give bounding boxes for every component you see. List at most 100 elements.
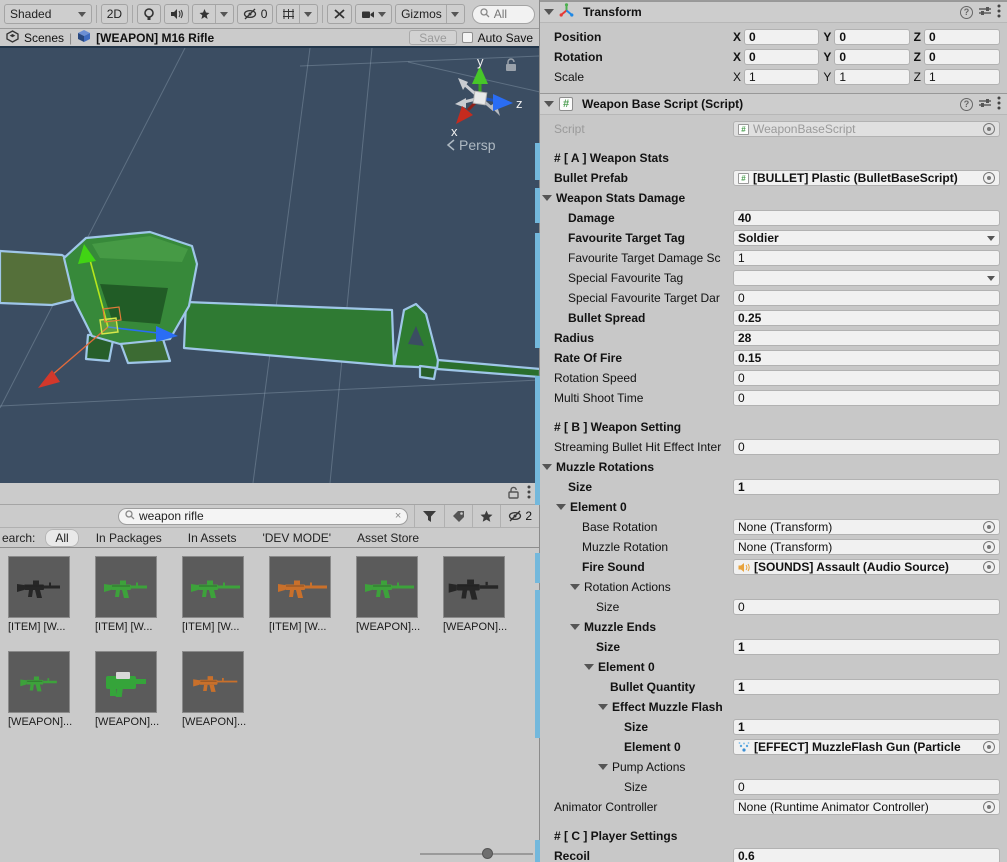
gizmo-x-arrow[interactable] xyxy=(38,370,60,388)
script-object-field[interactable]: #WeaponBaseScript xyxy=(733,121,1000,137)
foldout-arrow-icon[interactable] xyxy=(598,704,608,710)
object-picker-icon[interactable] xyxy=(983,741,995,753)
asset-thumbnail[interactable] xyxy=(443,556,505,618)
recoil-field[interactable]: 0.6 xyxy=(733,848,1000,862)
help-icon[interactable]: ? xyxy=(960,98,973,111)
property-label[interactable]: Rotation Actions xyxy=(584,580,671,594)
kebab-menu-icon[interactable] xyxy=(527,485,531,502)
orientation-z-cone[interactable] xyxy=(493,94,513,111)
property-label[interactable]: Muzzle Ends xyxy=(584,620,656,634)
property-label[interactable]: Position xyxy=(540,30,733,44)
asset-item[interactable]: [ITEM] [W... xyxy=(269,556,356,651)
scene-lighting-button[interactable] xyxy=(137,4,161,24)
search-by-type-icon[interactable] xyxy=(414,505,444,528)
thumbnail-size-slider[interactable] xyxy=(420,848,533,860)
rotation-speed-field[interactable]: 0 xyxy=(733,370,1000,386)
asset-thumbnail[interactable] xyxy=(182,556,244,618)
slider-knob[interactable] xyxy=(482,848,493,859)
save-button[interactable]: Save xyxy=(409,30,456,45)
shading-mode-dropdown[interactable]: Shaded xyxy=(4,4,92,24)
bullet-spread-field[interactable]: 0.25 xyxy=(733,310,1000,326)
asset-item[interactable]: [WEAPON]... xyxy=(356,556,443,651)
animator-controller-object-field[interactable]: None (Runtime Animator Controller) xyxy=(733,799,1000,815)
size-field[interactable]: 1 xyxy=(733,479,1000,495)
foldout-arrow-icon[interactable] xyxy=(544,101,554,107)
size-field[interactable]: 1 xyxy=(733,639,1000,655)
scope-tab-asset-store[interactable]: Asset Store xyxy=(348,530,428,546)
script-component-header[interactable]: # Weapon Base Script (Script) ? xyxy=(540,93,1007,115)
property-label[interactable]: Rotation xyxy=(540,50,733,64)
transform-component-header[interactable]: Transform ? xyxy=(540,1,1007,23)
asset-item[interactable]: [WEAPON]... xyxy=(8,651,95,746)
multi-shoot-time-field[interactable]: 0 xyxy=(733,390,1000,406)
gizmos-dropdown[interactable]: Gizmos xyxy=(395,4,465,24)
object-picker-icon[interactable] xyxy=(983,521,995,533)
presets-icon[interactable] xyxy=(978,5,992,20)
property-label[interactable]: Weapon Stats Damage xyxy=(556,191,685,205)
help-icon[interactable]: ? xyxy=(960,6,973,19)
property-label[interactable]: Element 0 xyxy=(570,500,627,514)
auto-save-checkbox[interactable] xyxy=(462,32,473,43)
fire-sound-object-field[interactable]: [SOUNDS] Assault (Audio Source) xyxy=(733,559,1000,575)
scale-y-field[interactable]: 1 xyxy=(834,69,909,85)
property-label[interactable]: Effect Muzzle Flash xyxy=(612,700,723,714)
asset-item[interactable]: [WEAPON]... xyxy=(95,651,182,746)
position-z-field[interactable]: 0 xyxy=(924,29,1000,45)
object-picker-icon[interactable] xyxy=(983,561,995,573)
object-picker-icon[interactable] xyxy=(983,123,995,135)
scale-z-field[interactable]: 1 xyxy=(924,69,1000,85)
favourite-target-tag-dropdown[interactable]: Soldier xyxy=(733,230,1000,246)
persp-label[interactable]: Persp xyxy=(459,137,496,153)
asset-thumbnail[interactable] xyxy=(8,651,70,713)
foldout-arrow-icon[interactable] xyxy=(598,764,608,770)
scale-x-field[interactable]: 1 xyxy=(744,69,819,85)
foldout-arrow-icon[interactable] xyxy=(542,464,552,470)
kebab-menu-icon[interactable] xyxy=(997,96,1001,113)
lock-icon[interactable] xyxy=(506,59,516,71)
position-y-field[interactable]: 0 xyxy=(834,29,909,45)
hidden-objects-button[interactable]: 0 xyxy=(237,4,274,24)
property-label[interactable]: Pump Actions xyxy=(612,760,685,774)
streaming-bullet-hit-effect-inter-field[interactable]: 0 xyxy=(733,439,1000,455)
special-favourite-target-dar-field[interactable]: 0 xyxy=(733,290,1000,306)
scene-viewport[interactable]: y z x Persp xyxy=(0,48,539,483)
breadcrumb-scenes[interactable]: Scenes xyxy=(24,31,64,45)
presets-icon[interactable] xyxy=(978,97,992,112)
foldout-arrow-icon[interactable] xyxy=(584,664,594,670)
favorites-star-icon[interactable] xyxy=(472,505,500,528)
favourite-target-damage-sc-field[interactable]: 1 xyxy=(733,250,1000,266)
asset-item[interactable]: [ITEM] [W... xyxy=(182,556,269,651)
object-picker-icon[interactable] xyxy=(983,541,995,553)
property-label[interactable]: Element 0 xyxy=(598,660,655,674)
foldout-arrow-icon[interactable] xyxy=(542,195,552,201)
asset-thumbnail[interactable] xyxy=(269,556,331,618)
unlock-icon[interactable] xyxy=(508,486,519,502)
asset-item[interactable]: [WEAPON]... xyxy=(182,651,269,746)
orientation-cube[interactable] xyxy=(473,91,487,105)
component-tools-button[interactable] xyxy=(327,4,352,24)
foldout-arrow-icon[interactable] xyxy=(570,624,580,630)
rotation-x-field[interactable]: 0 xyxy=(744,49,819,65)
asset-thumbnail[interactable] xyxy=(8,556,70,618)
size-field[interactable]: 1 xyxy=(733,719,1000,735)
project-search-input[interactable]: weapon rifle × xyxy=(118,508,408,525)
clear-search-icon[interactable]: × xyxy=(395,510,401,522)
hidden-results-count[interactable]: 2 xyxy=(500,505,539,528)
special-favourite-tag-dropdown[interactable] xyxy=(733,270,1000,286)
camera-view-button[interactable] xyxy=(355,4,392,24)
bullet-prefab-object-field[interactable]: #[BULLET] Plastic (BulletBaseScript) xyxy=(733,170,1000,186)
foldout-arrow-icon[interactable] xyxy=(570,584,580,590)
size-field[interactable]: 0 xyxy=(733,599,1000,615)
scope-tab--dev-mode-[interactable]: 'DEV MODE' xyxy=(253,530,340,546)
scene-effects-button[interactable] xyxy=(192,4,234,24)
asset-thumbnail[interactable] xyxy=(95,556,157,618)
property-label[interactable]: Muzzle Rotations xyxy=(556,460,654,474)
search-by-label-icon[interactable] xyxy=(444,505,472,528)
orientation-gizmo[interactable]: y z x Persp xyxy=(448,54,523,153)
rotation-y-field[interactable]: 0 xyxy=(834,49,909,65)
scope-tab-all[interactable]: All xyxy=(45,529,78,547)
radius-field[interactable]: 28 xyxy=(733,330,1000,346)
scope-tab-in-assets[interactable]: In Assets xyxy=(179,530,246,546)
asset-item[interactable]: [ITEM] [W... xyxy=(95,556,182,651)
bullet-quantity-field[interactable]: 1 xyxy=(733,679,1000,695)
